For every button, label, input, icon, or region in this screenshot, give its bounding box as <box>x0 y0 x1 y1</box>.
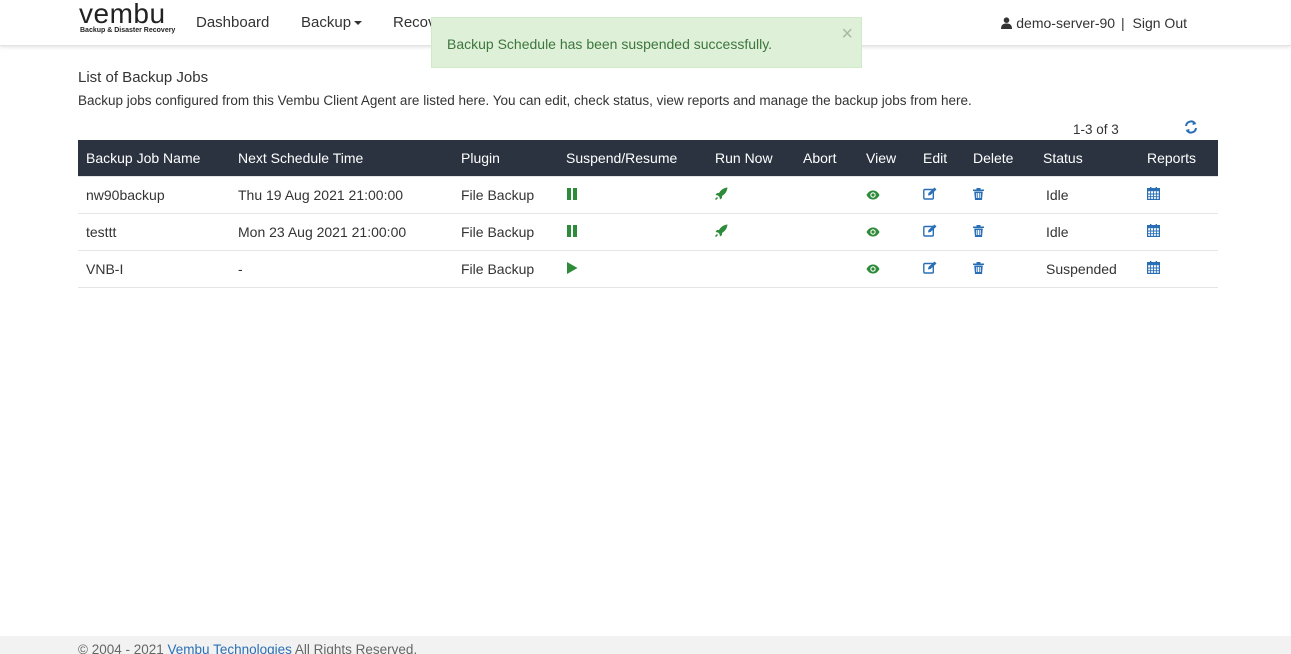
table-row: VNB-I - File Backup Suspended <box>78 250 1218 288</box>
rocket-icon[interactable] <box>714 224 728 240</box>
user-separator: | <box>1120 15 1125 31</box>
job-plugin: File Backup <box>453 175 558 214</box>
job-schedule: Thu 19 Aug 2021 21:00:00 <box>230 175 453 214</box>
page-description: Backup jobs configured from this Vembu C… <box>78 93 972 108</box>
edit-icon[interactable] <box>923 187 937 203</box>
col-header-name[interactable]: Backup Job Name <box>78 140 230 176</box>
calendar-icon[interactable] <box>1147 261 1161 277</box>
trash-icon[interactable] <box>973 261 984 277</box>
table-header-row: Backup Job Name Next Schedule Time Plugi… <box>78 140 1218 176</box>
table-row: nw90backup Thu 19 Aug 2021 21:00:00 File… <box>78 175 1218 214</box>
col-header-runnow: Run Now <box>715 149 773 166</box>
col-header-view: View <box>866 149 897 166</box>
footer-copyright: © 2004 - 2021 <box>78 642 164 654</box>
logo-wordmark: vembu <box>79 0 166 29</box>
edit-cell <box>915 250 965 288</box>
footer-text: © 2004 - 2021 Vembu Technologies All Rig… <box>78 642 417 654</box>
status-text: Idle <box>1046 186 1069 203</box>
job-name: nw90backup <box>78 175 230 214</box>
sign-out-link[interactable]: Sign Out <box>1133 15 1187 31</box>
col-header-plugin[interactable]: Plugin <box>453 140 558 176</box>
vembu-logo[interactable]: vembu Backup & Disaster Recovery <box>79 0 177 38</box>
reports-cell <box>1139 213 1218 251</box>
page-footer: © 2004 - 2021 Vembu Technologies All Rig… <box>0 636 1291 654</box>
play-icon[interactable] <box>566 261 578 277</box>
user-icon <box>1001 17 1013 29</box>
abort-cell <box>795 250 858 288</box>
col-header-delete: Delete <box>973 149 1014 166</box>
runnow-cell <box>707 250 795 288</box>
edit-icon[interactable] <box>923 224 937 240</box>
suspend-cell <box>558 175 707 214</box>
delete-cell <box>965 213 1035 251</box>
runnow-cell <box>707 213 795 251</box>
job-name: testtt <box>78 213 230 251</box>
runnow-cell <box>707 175 795 214</box>
logo-tagline: Backup & Disaster Recovery <box>80 27 176 34</box>
calendar-icon[interactable] <box>1147 187 1161 203</box>
abort-cell <box>795 175 858 214</box>
job-schedule: Mon 23 Aug 2021 21:00:00 <box>230 213 453 251</box>
trash-icon[interactable] <box>973 224 984 240</box>
refresh-icon[interactable] <box>1184 120 1198 137</box>
col-header-abort: Abort <box>803 149 837 166</box>
footer-rights: All Rights Reserved. <box>294 642 418 654</box>
view-cell <box>858 213 915 251</box>
success-alert: Backup Schedule has been suspended succe… <box>431 17 862 68</box>
suspend-cell <box>558 250 707 288</box>
abort-cell <box>795 213 858 251</box>
eye-icon[interactable] <box>866 187 880 203</box>
rocket-icon[interactable] <box>714 187 728 203</box>
job-plugin: File Backup <box>453 250 558 288</box>
user-area: demo-server-90 | Sign Out <box>1001 15 1187 31</box>
caret-down-icon <box>354 21 363 26</box>
table-row: testtt Mon 23 Aug 2021 21:00:00 File Bac… <box>78 213 1218 251</box>
eye-icon[interactable] <box>866 224 880 240</box>
pause-icon[interactable] <box>566 224 578 240</box>
trash-icon[interactable] <box>973 187 984 203</box>
nav-dashboard[interactable]: Dashboard <box>196 14 269 31</box>
job-status: Idle <box>1035 175 1139 214</box>
user-name[interactable]: demo-server-90 <box>1016 15 1115 31</box>
col-header-suspend: Suspend/Resume <box>566 149 678 166</box>
job-name: VNB-I <box>78 250 230 288</box>
status-text: Idle <box>1046 223 1069 240</box>
view-cell <box>858 250 915 288</box>
delete-cell <box>965 250 1035 288</box>
job-status: Idle <box>1035 213 1139 251</box>
suspend-cell <box>558 213 707 251</box>
delete-cell <box>965 175 1035 214</box>
calendar-icon[interactable] <box>1147 224 1161 240</box>
col-header-schedule[interactable]: Next Schedule Time <box>230 140 453 176</box>
pagination-info: 1-3 of 3 <box>1073 122 1119 137</box>
page-title: List of Backup Jobs <box>78 69 209 86</box>
backup-jobs-table: Backup Job Name Next Schedule Time Plugi… <box>78 140 1218 288</box>
reports-cell <box>1139 175 1218 214</box>
job-plugin: File Backup <box>453 213 558 251</box>
edit-cell <box>915 213 965 251</box>
job-status: Suspended <box>1035 250 1139 288</box>
col-header-reports: Reports <box>1147 149 1197 166</box>
col-header-edit: Edit <box>923 149 948 166</box>
close-icon[interactable]: × <box>841 24 853 44</box>
alert-message: Backup Schedule has been suspended succe… <box>447 36 773 52</box>
footer-company-link[interactable]: Vembu Technologies <box>168 642 292 654</box>
nav-recovery[interactable]: Recov <box>393 14 436 31</box>
eye-icon[interactable] <box>866 261 880 277</box>
status-text: Suspended <box>1046 260 1117 277</box>
col-header-status[interactable]: Status <box>1035 140 1139 176</box>
edit-cell <box>915 175 965 214</box>
nav-backup-dropdown[interactable]: Backup <box>301 14 363 31</box>
job-schedule: - <box>230 250 453 288</box>
view-cell <box>858 175 915 214</box>
reports-cell <box>1139 250 1218 288</box>
nav-backup-label: Backup <box>301 14 352 31</box>
edit-icon[interactable] <box>923 261 937 277</box>
pause-icon[interactable] <box>566 187 578 203</box>
